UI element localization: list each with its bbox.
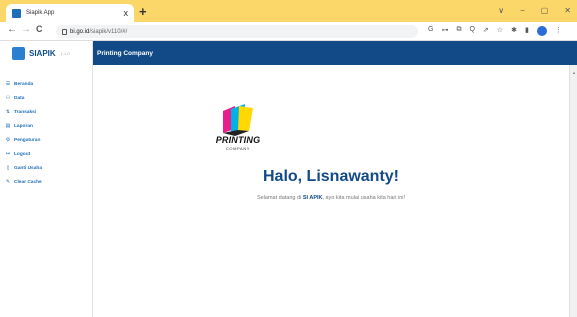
key-icon[interactable]: ⊶: [441, 26, 448, 36]
profile-avatar[interactable]: [536, 26, 547, 36]
tab-close-icon[interactable]: x: [124, 8, 129, 18]
scrollbar[interactable]: ▲: [569, 65, 577, 317]
google-icon[interactable]: G: [428, 26, 433, 36]
logout-icon: ↦: [5, 151, 11, 157]
printing-logo-icon: [223, 104, 253, 136]
logo-subtitle: COMPANY: [225, 146, 251, 151]
logo-wordmark: PRINTING: [215, 135, 261, 145]
sidebar-item-beranda[interactable]: ☰ Beranda: [0, 77, 92, 91]
sidebar-item-clear-cache[interactable]: ✎ Clear Cache: [0, 175, 92, 189]
report-icon: ▤: [5, 123, 11, 129]
sidebar-item-label: Data: [14, 95, 25, 101]
sidebar-item-label: Pengaturan: [14, 137, 41, 143]
forward-arrow-icon[interactable]: →: [21, 25, 31, 35]
sidebar-item-data[interactable]: ⚇ Data: [0, 91, 92, 105]
welcome-text-post: , ayo kita mulai usaha kita hari ini!: [322, 195, 406, 201]
switch-icon: ▯: [6, 165, 10, 171]
address-bar[interactable]: bi.go.id/siapik/v110/#/: [56, 25, 418, 38]
browser-tab-strip: Siapik App x + ∨ − ▢ ✕: [0, 0, 577, 22]
sidebar-item-label: Ganti Usaha: [14, 165, 42, 171]
sidebar-item-label: Logout: [14, 151, 31, 157]
people-icon: ⚇: [5, 95, 11, 101]
translate-icon[interactable]: ⧉: [456, 26, 461, 36]
extensions-icon[interactable]: ✱: [511, 26, 517, 36]
url-host: bi.go.id: [70, 28, 90, 35]
greeting-heading: Halo, Lisnawanty!: [262, 168, 400, 185]
sidebar-item-ganti-usaha[interactable]: ▯ Ganti Usaha: [0, 161, 92, 175]
maximize-button[interactable]: ▢: [541, 6, 549, 15]
welcome-message: Selamat datang di SI APIK, ayo kita mula…: [93, 195, 569, 201]
share-icon[interactable]: ⇗: [483, 26, 489, 36]
sidebar-item-transaksi[interactable]: ⇅ Transaksi: [0, 105, 92, 119]
sidebar-menu: ☰ Beranda ⚇ Data ⇅ Transaksi ▤ Laporan ⚙…: [0, 65, 92, 189]
exchange-icon: ⇅: [5, 109, 11, 115]
close-window-button[interactable]: ✕: [564, 6, 571, 15]
window-controls: ∨ − ▢ ✕: [498, 6, 571, 15]
list-icon: ☰: [5, 81, 11, 87]
scroll-up-arrow-icon[interactable]: ▲: [572, 70, 576, 75]
tab-search-icon[interactable]: ∨: [498, 6, 504, 15]
brand-version: 1.1.0: [60, 50, 70, 56]
broom-icon: ✎: [5, 179, 11, 185]
sidebar-item-pengaturan[interactable]: ⚙ Pengaturan: [0, 133, 92, 147]
url-path: /siapik/v110/#/: [89, 28, 128, 35]
browser-toolbar: ← → C bi.go.id/siapik/v110/#/ G ⊶ ⧉ Q ⇗ …: [0, 22, 577, 41]
app-sidebar: SIAPIK 1.1.0 ☰ Beranda ⚇ Data ⇅ Transaks…: [0, 41, 93, 317]
reload-icon[interactable]: C: [36, 25, 43, 34]
new-tab-button[interactable]: +: [139, 5, 147, 18]
browser-tab[interactable]: Siapik App x: [6, 4, 134, 22]
minimize-button[interactable]: −: [520, 6, 525, 15]
zoom-icon[interactable]: Q: [469, 26, 474, 36]
brand-name: SIAPIK: [29, 48, 56, 58]
browser-menu-icon[interactable]: ⋮: [555, 26, 562, 36]
sidebar-item-label: Transaksi: [14, 109, 37, 115]
browser-extension-icons: G ⊶ ⧉ Q ⇗ ☆ ✱ ▮ ⋮: [428, 26, 562, 36]
app-logo-icon: [12, 46, 25, 60]
tab-title: Siapik App: [26, 10, 55, 16]
sidebar-item-label: Beranda: [14, 81, 34, 87]
site-favicon-icon: [12, 8, 21, 18]
star-icon[interactable]: ☆: [497, 26, 503, 36]
app-header: Printing Company: [93, 41, 577, 65]
lock-icon: [62, 28, 67, 35]
sidebar-item-logout[interactable]: ↦ Logout: [0, 147, 92, 161]
main-content: [93, 65, 569, 317]
back-arrow-icon[interactable]: ←: [7, 25, 17, 35]
sidebar-item-label: Clear Cache: [14, 179, 42, 185]
sidebar-item-label: Laporan: [14, 123, 33, 129]
url-text: bi.go.id/siapik/v110/#/: [70, 29, 127, 35]
sidebar-item-laporan[interactable]: ▤ Laporan: [0, 119, 92, 133]
welcome-brand: SI APIK: [302, 195, 323, 201]
welcome-text-pre: Selamat datang di: [256, 195, 303, 201]
brand[interactable]: SIAPIK 1.1.0: [0, 41, 92, 65]
company-title: Printing Company: [97, 49, 153, 57]
gear-icon: ⚙: [5, 137, 11, 143]
sidebar-toggle-icon[interactable]: ▮: [525, 26, 529, 36]
